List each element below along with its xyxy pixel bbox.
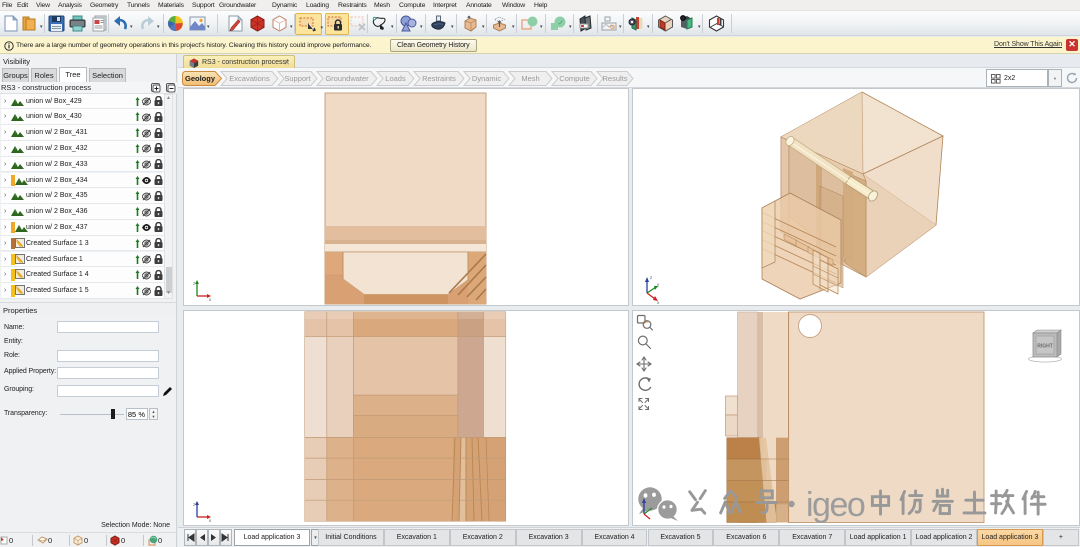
svg-text:Geology: Geology <box>185 74 216 83</box>
svg-text:x: x <box>209 518 212 523</box>
svg-text:z: z <box>650 275 653 280</box>
svg-text:x: x <box>657 300 660 305</box>
svg-text:Compute: Compute <box>559 74 589 83</box>
svg-text:Excavations: Excavations <box>229 74 270 83</box>
svg-text:Restraints: Restraints <box>422 74 456 83</box>
svg-text:Mesh: Mesh <box>521 74 539 83</box>
svg-text:igeo: igeo <box>806 486 865 524</box>
svg-text:Groundwater: Groundwater <box>325 74 369 83</box>
svg-text:x: x <box>209 297 212 302</box>
svg-text:Support: Support <box>284 74 311 83</box>
svg-text:Loads: Loads <box>385 74 406 83</box>
svg-text:y: y <box>657 282 660 287</box>
svg-text:Results: Results <box>602 74 627 83</box>
svg-text:RIGHT: RIGHT <box>1037 344 1053 350</box>
svg-text:Dynamic: Dynamic <box>472 74 501 83</box>
